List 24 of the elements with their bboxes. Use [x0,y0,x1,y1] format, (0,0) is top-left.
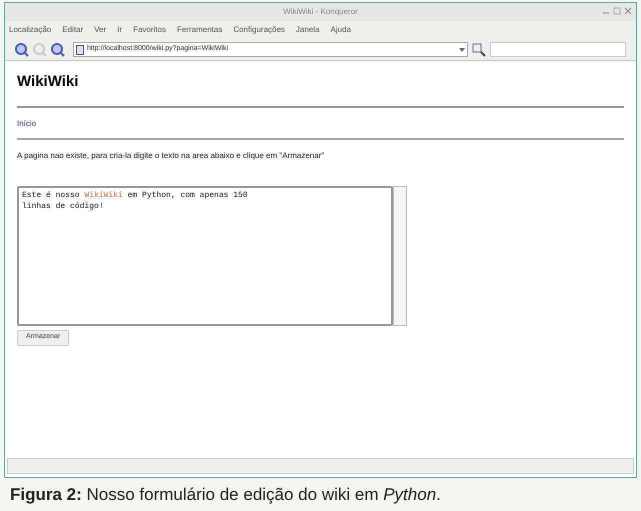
menu-item[interactable]: Localização [9,24,52,36]
message-text: A pagina nao existe, para cria-la digite o texto na area abaixo e clique em "Armazenar" [17,150,326,162]
menu-item[interactable]: Ferramentas [176,24,222,36]
search-icon[interactable] [472,42,486,56]
home-link[interactable]: Início [17,118,36,130]
menu-item[interactable]: Ajuda [330,24,351,36]
menu-item[interactable]: Ver [94,24,106,36]
maximize-icon[interactable] [613,7,621,15]
menu-item[interactable]: Ir [117,24,122,36]
search-field[interactable] [490,42,626,57]
dropdown-icon[interactable] [459,46,465,52]
scrollbar[interactable] [393,186,407,326]
zoom-in-icon[interactable] [15,42,29,56]
page-icon [76,44,84,54]
window-title: WikiWiki - Konqueror [283,6,358,18]
page-heading: WikiWiki [17,72,80,92]
zoom-out-icon[interactable] [51,42,65,56]
text-area[interactable]: Este é nosso WikiWiki em Python, com apenas 150 linhas de código! [17,186,393,326]
menu-item[interactable]: Editar [62,24,84,36]
menu-item[interactable]: Favoritos [133,24,166,36]
close-icon[interactable] [624,7,632,15]
menu-item[interactable]: Configurações [233,24,285,36]
menu-item[interactable]: Janela [296,24,320,36]
figure-caption: Figura 2: Nosso formulário de edição do wiki em Python. [10,484,441,506]
